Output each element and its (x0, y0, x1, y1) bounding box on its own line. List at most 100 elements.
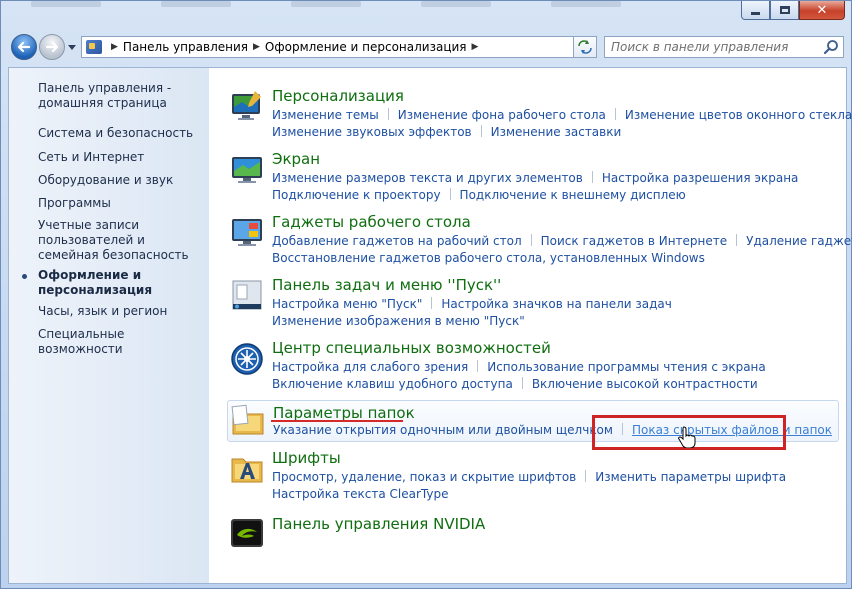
sidebar-item-appearance[interactable]: Оформление и персонализация (38, 268, 178, 298)
link-customize-start-menu[interactable]: Настройка меню "Пуск" (272, 297, 422, 311)
content-area: Панель управления - домашняя страница Си… (8, 67, 852, 584)
category-links-row: Восстановление гаджетов рабочего стола, … (272, 251, 705, 265)
forward-button[interactable] (39, 34, 65, 60)
control-panel-icon (86, 40, 102, 54)
nvidia-icon[interactable] (229, 515, 265, 551)
search-icon[interactable] (823, 39, 839, 55)
maximize-icon (779, 6, 790, 14)
search-input[interactable] (611, 40, 817, 54)
display-icon[interactable] (229, 152, 265, 188)
link-remove-gadgets[interactable]: Удаление гаджетов (746, 234, 852, 248)
category-personalization: Персонализация Изменение темы Изменение ф… (227, 87, 852, 141)
link-change-sounds[interactable]: Изменение звуковых эффектов (272, 125, 472, 139)
gadgets-icon[interactable] (229, 215, 265, 251)
link-screen-resolution[interactable]: Настройка разрешения экрана (602, 171, 799, 185)
active-item-bullet-icon (22, 274, 27, 279)
link-add-gadgets[interactable]: Добавление гаджетов на рабочий стол (272, 234, 522, 248)
taskbar-icon[interactable] (229, 278, 265, 314)
category-ease-of-access: Центр специальных возможностей Настройка… (227, 339, 839, 393)
category-links-row: Изменение темы Изменение фона рабочего ст… (272, 108, 852, 122)
category-links-row: Изменение размеров текста и других элеме… (272, 171, 798, 185)
link-connect-projector[interactable]: Подключение к проектору (272, 188, 441, 202)
red-underline-annotation (271, 420, 403, 422)
link-sticky-keys[interactable]: Включение клавиш удобного доступа (272, 377, 513, 391)
folder-options-icon[interactable] (230, 403, 266, 439)
breadcrumb-separator-icon[interactable]: ▶ (253, 42, 260, 52)
category-links-row: Настройка текста ClearType (272, 487, 448, 501)
link-separator (530, 234, 532, 246)
link-font-settings[interactable]: Изменить параметры шрифта (595, 470, 786, 484)
close-icon: ✕ (816, 2, 828, 18)
breadcrumb-appearance[interactable]: Оформление и персонализация (265, 40, 467, 54)
link-separator (521, 377, 523, 389)
sidebar-item-hardware-sound[interactable]: Оборудование и звук (38, 173, 173, 188)
close-button[interactable]: ✕ (799, 1, 845, 20)
link-separator (431, 297, 433, 309)
sidebar: Панель управления - домашняя страница Си… (9, 68, 209, 583)
sidebar-item-clock-language[interactable]: Часы, язык и регион (38, 304, 167, 319)
title-bar-ghost (1, 1, 741, 13)
sidebar-item-network[interactable]: Сеть и Интернет (38, 150, 144, 165)
back-arrow-icon (17, 41, 31, 53)
link-low-vision[interactable]: Настройка для слабого зрения (272, 360, 468, 374)
link-restore-gadgets[interactable]: Восстановление гаджетов рабочего стола, … (272, 251, 705, 265)
navigation-bar: ▶ Панель управления ▶ Оформление и персо… (7, 32, 847, 62)
category-title[interactable]: Экран (272, 150, 320, 168)
back-button[interactable] (11, 34, 37, 60)
category-title[interactable]: Центр специальных возможностей (272, 339, 551, 357)
link-single-double-click[interactable]: Указание открытия одночным или двойным щ… (273, 423, 613, 437)
link-change-screensaver[interactable]: Изменение заставки (491, 125, 622, 139)
address-bar[interactable]: ▶ Панель управления ▶ Оформление и персо… (81, 36, 597, 58)
category-links-row: Просмотр, удаление, показ и скрытие шриф… (272, 470, 786, 484)
link-change-desktop-background[interactable]: Изменение фона рабочего стола (398, 108, 606, 122)
main-panel: Персонализация Изменение темы Изменение ф… (209, 68, 852, 583)
ease-of-access-icon[interactable] (229, 341, 265, 377)
sidebar-item-home[interactable]: Панель управления - домашняя страница (38, 81, 198, 111)
category-links-row: Подключение к проектору Подключение к вне… (272, 188, 686, 202)
link-change-theme[interactable]: Изменение темы (272, 108, 379, 122)
category-links-row: Изменение звуковых эффектов Изменение зас… (272, 125, 621, 139)
category-links-row: Включение клавиш удобного доступа Включен… (272, 377, 758, 391)
breadcrumb-separator-icon[interactable]: ▶ (472, 42, 479, 52)
minimize-button[interactable] (741, 1, 770, 20)
category-links-row: Изменение изображения в меню "Пуск" (272, 314, 525, 328)
link-separator (480, 125, 482, 137)
category-display: Экран Изменение размеров текста и других… (227, 150, 839, 204)
category-taskbar: Панель задач и меню ''Пуск'' Настройка м… (227, 276, 839, 330)
link-separator (477, 360, 479, 372)
link-separator (736, 234, 738, 246)
maximize-button[interactable] (770, 1, 799, 20)
title-bar[interactable]: ✕ (1, 1, 851, 27)
refresh-button[interactable] (573, 36, 597, 58)
category-title[interactable]: Шрифты (272, 449, 341, 467)
link-screen-reader[interactable]: Использование программы чтения с экрана (487, 360, 766, 374)
search-box[interactable] (604, 36, 844, 58)
category-title[interactable]: Гаджеты рабочего стола (272, 213, 471, 231)
link-customize-taskbar-icons[interactable]: Настройка значков на панели задач (441, 297, 671, 311)
window-controls: ✕ (741, 1, 845, 20)
sidebar-item-system-security[interactable]: Система и безопасность (38, 126, 193, 141)
category-title[interactable]: Персонализация (272, 87, 404, 105)
sidebar-item-programs[interactable]: Программы (38, 196, 111, 211)
link-separator (585, 470, 587, 482)
category-title[interactable]: Панель управления NVIDIA (272, 515, 485, 533)
link-find-gadgets-online[interactable]: Поиск гаджетов в Интернете (541, 234, 728, 248)
link-manage-fonts[interactable]: Просмотр, удаление, показ и скрытие шриф… (272, 470, 576, 484)
link-high-contrast[interactable]: Включение высокой контрастности (532, 377, 758, 391)
breadcrumb-control-panel[interactable]: Панель управления (123, 40, 248, 54)
sidebar-item-user-accounts[interactable]: Учетные записи пользователей и семейная … (38, 218, 198, 263)
category-title[interactable]: Панель задач и меню ''Пуск'' (272, 276, 501, 294)
link-cleartype[interactable]: Настройка текста ClearType (272, 487, 448, 501)
breadcrumb-separator-icon[interactable]: ▶ (111, 42, 118, 52)
refresh-icon (578, 40, 592, 54)
forward-arrow-icon (45, 41, 59, 53)
fonts-icon[interactable] (229, 451, 265, 487)
link-separator (387, 108, 389, 120)
link-change-text-size[interactable]: Изменение размеров текста и других элеме… (272, 171, 583, 185)
sidebar-item-ease-of-access[interactable]: Специальные возможности (38, 327, 209, 357)
link-change-start-picture[interactable]: Изменение изображения в меню "Пуск" (272, 314, 525, 328)
recent-pages-dropdown-icon[interactable] (67, 42, 77, 52)
link-change-glass-color[interactable]: Изменение цветов оконного стекла (625, 108, 852, 122)
link-connect-external-display[interactable]: Подключение к внешнему дисплею (460, 188, 686, 202)
personalization-icon[interactable] (229, 89, 265, 125)
